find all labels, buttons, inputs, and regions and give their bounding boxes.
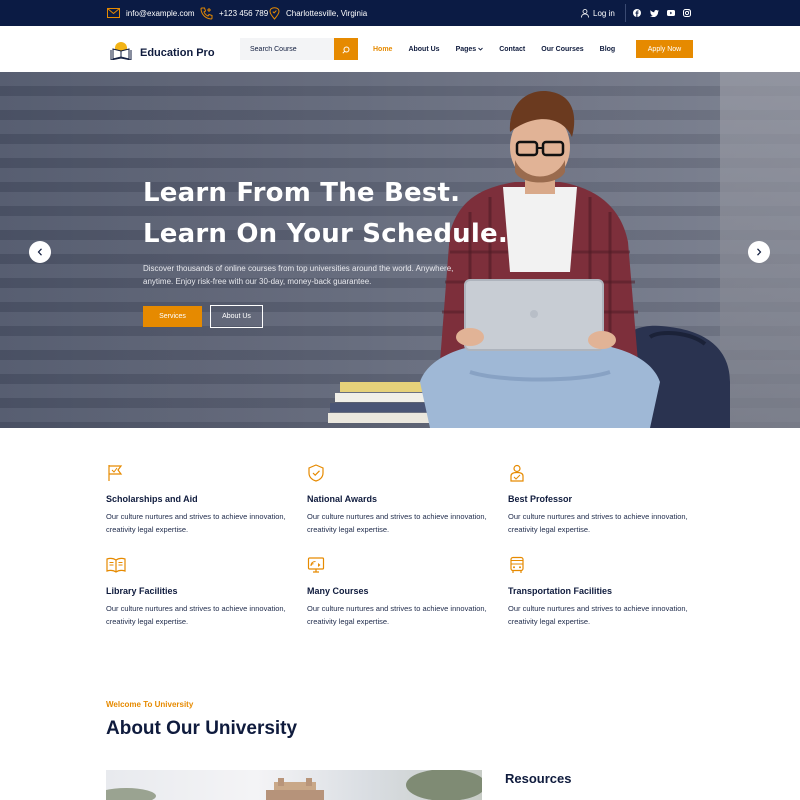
apply-now-button[interactable]: Apply Now bbox=[636, 40, 693, 58]
nav-link-home[interactable]: Home bbox=[373, 46, 392, 53]
phone-contact[interactable]: +123 456 789 bbox=[200, 0, 268, 26]
feature-description: Our culture nurtures and strives to achi… bbox=[106, 604, 286, 626]
hero-description: Discover thousands of online courses fro… bbox=[143, 264, 454, 286]
slider-prev-button[interactable] bbox=[29, 241, 51, 263]
location-pin-icon bbox=[269, 6, 280, 20]
search-input[interactable] bbox=[240, 38, 334, 60]
feature-title: Library Facilities bbox=[106, 586, 178, 596]
nav-link-contact[interactable]: Contact bbox=[499, 46, 525, 53]
phone-text: +123 456 789 bbox=[219, 8, 269, 18]
about-eyebrow: Welcome To University bbox=[106, 700, 194, 709]
hero-heading-line-1: Learn From The Best. bbox=[143, 178, 461, 208]
feature-title: National Awards bbox=[307, 494, 378, 504]
search-icon bbox=[342, 42, 350, 57]
resources-heading: Resources bbox=[505, 771, 572, 786]
instagram-icon[interactable] bbox=[683, 9, 691, 17]
primary-menu: Home About Us Pages Contact Our Courses … bbox=[373, 26, 631, 72]
hero-slider: Learn From The Best. Learn On Your Sched… bbox=[0, 72, 800, 428]
feature-description: Our culture nurtures and strives to achi… bbox=[106, 512, 286, 534]
feature-description: Our culture nurtures and strives to achi… bbox=[307, 604, 487, 626]
student-with-laptop-image bbox=[328, 91, 730, 428]
top-bar: info@example.com +123 456 789 Charlottes… bbox=[0, 0, 800, 26]
flag-icon bbox=[106, 464, 124, 487]
email-text: info@example.com bbox=[126, 8, 195, 18]
user-icon bbox=[581, 8, 589, 18]
phone-icon bbox=[200, 7, 213, 20]
nav-link-our-courses[interactable]: Our Courses bbox=[541, 46, 583, 53]
feature-title: Scholarships and Aid bbox=[106, 494, 198, 504]
shield-check-icon bbox=[307, 464, 325, 487]
feature-title: Transportation Facilities bbox=[508, 586, 613, 596]
open-book-logo-icon bbox=[110, 40, 132, 65]
login-link[interactable]: Log in bbox=[581, 0, 615, 26]
mail-icon bbox=[107, 8, 120, 18]
hero-heading-line-2: Learn On Your Schedule. bbox=[143, 219, 508, 249]
login-text: Log in bbox=[593, 8, 615, 18]
nav-link-pages-label: Pages bbox=[455, 45, 477, 53]
facebook-icon[interactable] bbox=[633, 9, 641, 17]
topbar-divider bbox=[625, 4, 626, 22]
professor-icon bbox=[508, 464, 526, 487]
feature-title: Best Professor bbox=[508, 494, 573, 504]
location-contact: Charlottesville, Virginia bbox=[269, 0, 367, 26]
email-contact[interactable]: info@example.com bbox=[107, 0, 195, 26]
feature-title: Many Courses bbox=[307, 586, 369, 596]
about-title: About Our University bbox=[106, 718, 298, 739]
social-links bbox=[633, 0, 691, 26]
chevron-left-icon bbox=[37, 243, 43, 261]
twitter-icon[interactable] bbox=[650, 9, 659, 17]
youtube-icon[interactable] bbox=[667, 10, 675, 16]
nav-link-pages[interactable]: Pages bbox=[456, 46, 484, 53]
book-open-icon bbox=[106, 556, 126, 579]
feature-description: Our culture nurtures and strives to achi… bbox=[508, 512, 688, 534]
nav-link-about-us[interactable]: About Us bbox=[408, 46, 439, 53]
chevron-down-icon bbox=[478, 46, 484, 53]
main-navbar: Education Pro Home About Us Pages Contac… bbox=[0, 26, 800, 72]
chevron-right-icon bbox=[756, 243, 762, 261]
feature-description: Our culture nurtures and strives to achi… bbox=[508, 604, 688, 626]
feature-description: Our culture nurtures and strives to achi… bbox=[307, 512, 487, 534]
nav-link-blog[interactable]: Blog bbox=[600, 46, 616, 53]
about-us-button[interactable]: About Us bbox=[210, 305, 263, 328]
slider-next-button[interactable] bbox=[748, 241, 770, 263]
course-search bbox=[240, 38, 358, 60]
services-button[interactable]: Services bbox=[143, 306, 202, 327]
brand-name: Education Pro bbox=[140, 46, 215, 59]
university-building-image bbox=[106, 770, 482, 800]
location-text: Charlottesville, Virginia bbox=[286, 8, 368, 18]
bus-icon bbox=[508, 556, 526, 579]
search-button[interactable] bbox=[334, 38, 358, 60]
online-course-icon bbox=[307, 556, 325, 579]
brand-logo[interactable]: Education Pro bbox=[110, 40, 215, 65]
